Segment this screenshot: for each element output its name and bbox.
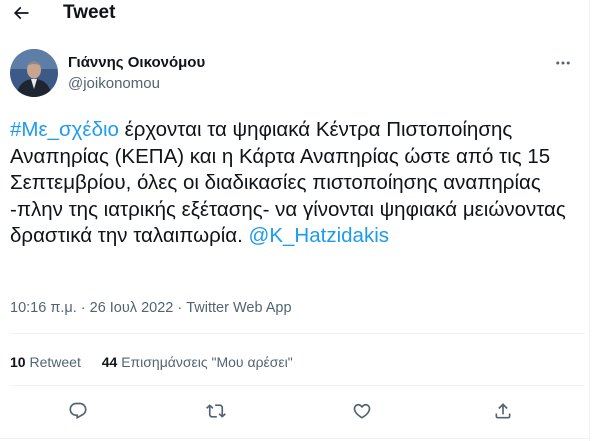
likes-stat[interactable]: 44 Επισημάνσεις "Μου αρέσει" (102, 353, 293, 371)
action-bar (0, 395, 590, 427)
bottom-divider (0, 438, 590, 439)
share-button[interactable] (486, 395, 520, 427)
page-header: Tweet (0, 0, 590, 27)
share-icon (495, 403, 511, 419)
reply-icon (69, 402, 87, 420)
mention-link[interactable]: @K_Hatzidakis (249, 224, 389, 247)
tweet-date[interactable]: 26 Ιουλ 2022 (90, 300, 174, 316)
likes-count: 44 (101, 354, 118, 370)
divider (10, 385, 585, 386)
tweet-page: Tweet Γιάννης Οικονόμου @joikonomou #Με_… (0, 0, 590, 441)
tweet-meta: 10:16 π.μ. · 26 Ιουλ 2022 · Twitter Web … (10, 299, 292, 317)
reply-button[interactable] (61, 395, 95, 427)
tweet-time[interactable]: 10:16 π.μ. (10, 300, 77, 316)
tweet-stats: 10 Retweet 44 Επισημάνσεις "Μου αρέσει" (10, 353, 293, 371)
author-handle[interactable]: @joikonomou (68, 75, 160, 93)
back-arrow-icon (13, 6, 29, 20)
retweet-icon (206, 404, 226, 418)
like-button[interactable] (345, 395, 379, 427)
author-name[interactable]: Γιάννης Οικονόμου (68, 54, 205, 72)
hashtag-link[interactable]: #Με_σχέδιο (10, 118, 119, 141)
retweets-count: 10 (10, 354, 26, 370)
avatar[interactable] (10, 49, 58, 97)
retweet-button[interactable] (199, 395, 233, 427)
divider (10, 333, 585, 334)
avatar-image (10, 49, 58, 97)
likes-label: Επισημάνσεις "Μου αρέσει" (121, 354, 293, 370)
meta-separator: · (173, 300, 187, 316)
retweets-stat[interactable]: 10 Retweet (10, 353, 81, 371)
page-title: Tweet (63, 2, 116, 23)
like-icon (353, 403, 371, 419)
retweets-label: Retweet (29, 354, 81, 370)
meta-separator: · (76, 300, 90, 316)
more-icon (556, 61, 570, 65)
back-button[interactable] (6, 0, 36, 26)
more-button[interactable] (548, 50, 578, 76)
tweet-source[interactable]: Twitter Web App (186, 300, 291, 316)
tweet-text: #Με_σχέδιο έρχονται τα ψηφιακά Κέντρα Πι… (10, 117, 585, 250)
